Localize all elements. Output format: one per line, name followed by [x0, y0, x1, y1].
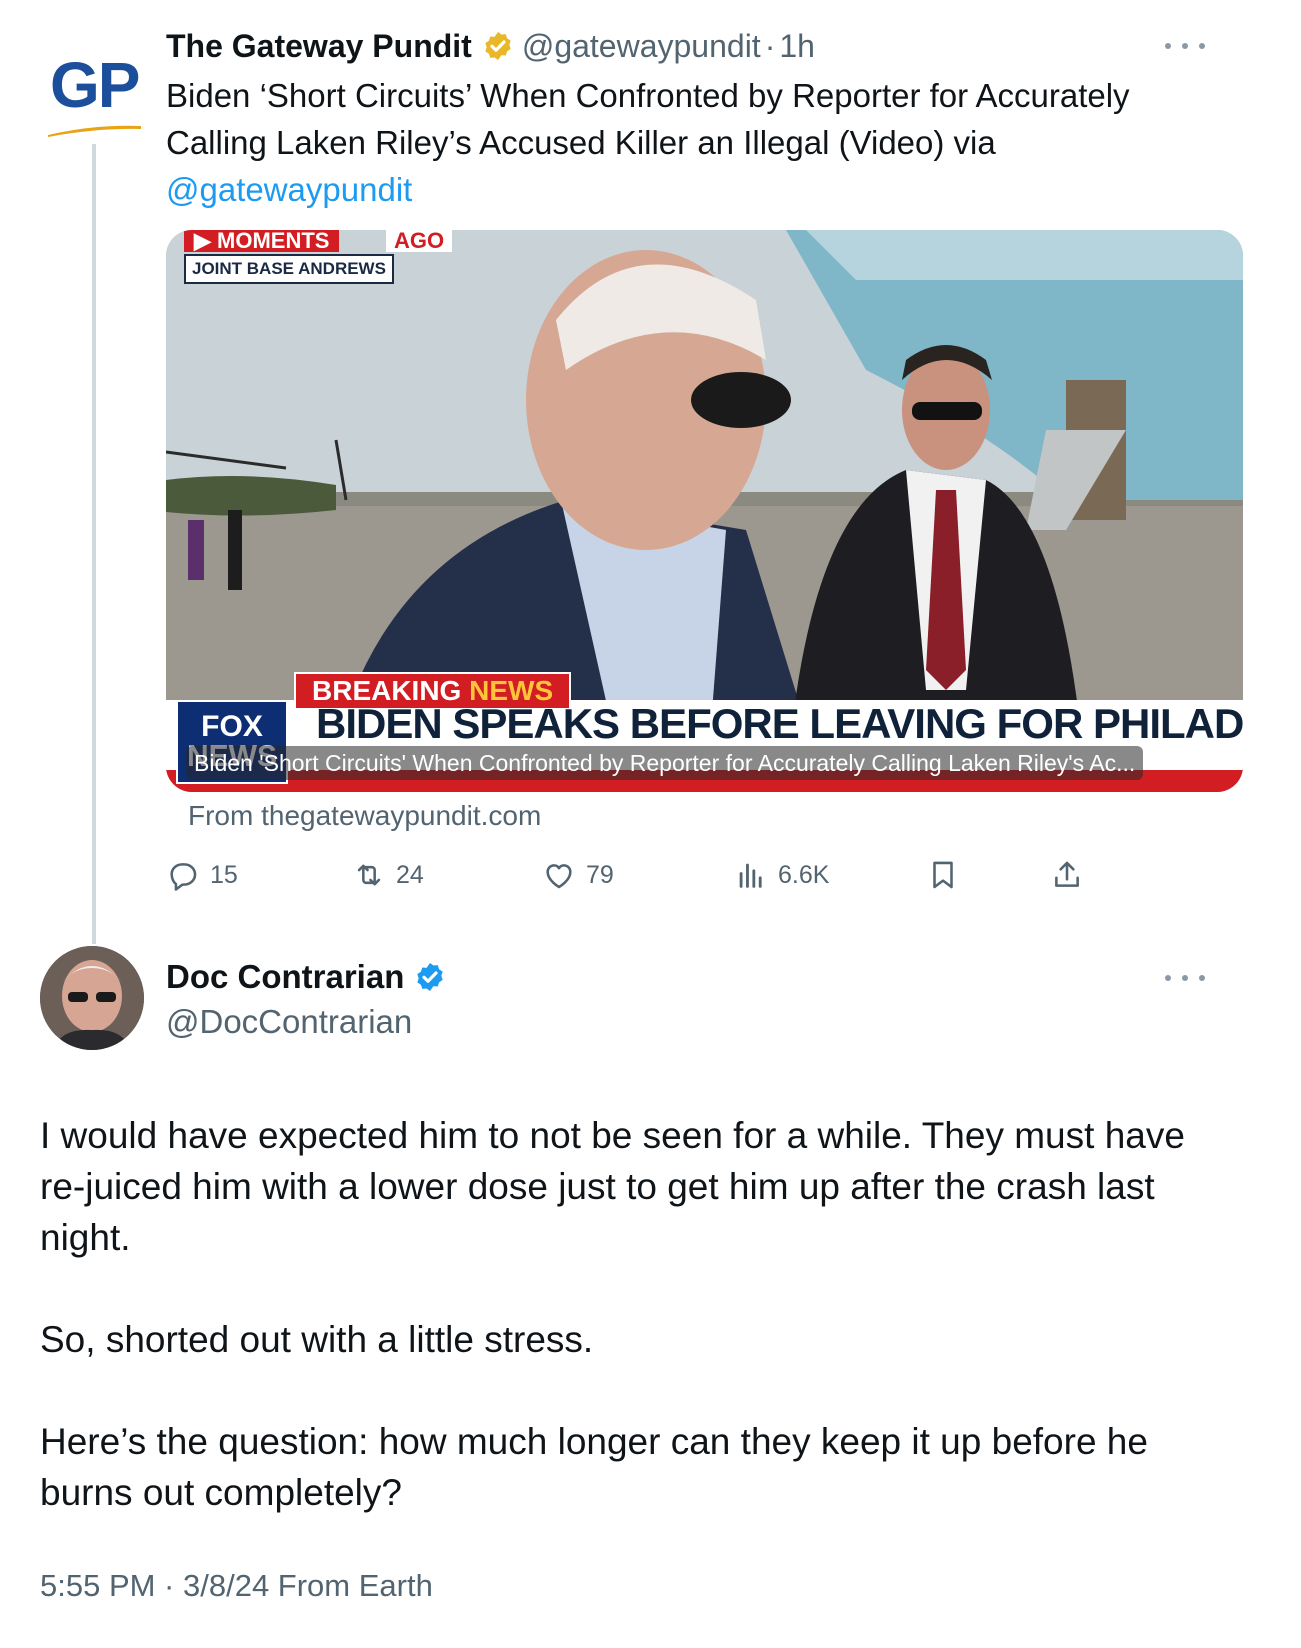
- more-icon[interactable]: [1165, 970, 1205, 986]
- logo-swoosh-icon: [48, 125, 141, 137]
- link-card-media[interactable]: ▶ MOMENTS AGO JOINT BASE ANDREWS BREAKIN…: [166, 230, 1243, 792]
- mention-link[interactable]: @gatewaypundit: [166, 171, 412, 208]
- parent-tweet-text: Biden ‘Short Circuits’ When Confronted b…: [166, 72, 1216, 213]
- ago-label: AGO: [386, 230, 453, 252]
- more-icon[interactable]: [1165, 38, 1205, 54]
- verified-badge-icon[interactable]: [482, 30, 514, 62]
- doc-contrarian-avatar[interactable]: [40, 946, 144, 1050]
- views-button[interactable]: 6.6K: [734, 853, 829, 897]
- tweet-paragraph: Here’s the question: how much longer can…: [40, 1421, 1148, 1513]
- tweet-paragraph: I would have expected him to not be seen…: [40, 1115, 1185, 1258]
- parent-tweet-header: The Gateway Pundit @gatewaypundit · 1h: [166, 26, 815, 66]
- share-icon: [1055, 861, 1079, 887]
- reply-count: 15: [210, 860, 238, 889]
- separator-dot: ·: [764, 27, 776, 64]
- author-name[interactable]: The Gateway Pundit: [166, 28, 472, 65]
- tweet-paragraph: So, shorted out with a little stress.: [40, 1319, 594, 1360]
- reply-icon: [170, 863, 197, 891]
- tweet-action-bar: 15 24 79 6.6K: [166, 853, 1116, 897]
- moments-ago-label: ▶ MOMENTS: [184, 230, 340, 252]
- repost-count: 24: [396, 860, 424, 889]
- avatar-logo-text: GP: [50, 49, 140, 121]
- verified-badge-icon[interactable]: [414, 961, 446, 993]
- views-count: 6.6K: [778, 860, 830, 889]
- gateway-pundit-avatar[interactable]: GP: [44, 46, 144, 138]
- like-button[interactable]: 79: [542, 853, 614, 897]
- main-tweet-text: I would have expected him to not be seen…: [40, 1110, 1230, 1569]
- thread-connector-line: [92, 144, 96, 944]
- author-name-row: Doc Contrarian: [166, 958, 446, 996]
- tweet-text: Biden ‘Short Circuits’ When Confronted b…: [166, 77, 1130, 161]
- author-name[interactable]: Doc Contrarian: [166, 958, 404, 996]
- share-button[interactable]: [1050, 853, 1094, 897]
- location-label: JOINT BASE ANDREWS: [184, 254, 394, 284]
- repost-icon: [357, 864, 381, 886]
- views-icon: [739, 863, 762, 888]
- tweet-timestamp[interactable]: 5:55 PM · 3/8/24 From Earth: [40, 1568, 433, 1604]
- author-handle[interactable]: @gatewaypundit: [522, 28, 761, 65]
- like-icon: [546, 864, 572, 889]
- author-handle[interactable]: @DocContrarian: [166, 1003, 412, 1041]
- repost-button[interactable]: 24: [352, 853, 424, 897]
- card-source-link[interactable]: From thegatewaypundit.com: [188, 800, 541, 832]
- card-title-caption[interactable]: Biden 'Short Circuits' When Confronted b…: [186, 746, 1144, 780]
- bookmark-icon: [933, 861, 953, 889]
- tweet-time[interactable]: 1h: [779, 28, 815, 65]
- like-count: 79: [586, 860, 614, 889]
- reply-button[interactable]: 15: [166, 853, 238, 897]
- bookmark-button[interactable]: [926, 853, 970, 897]
- chyron-headline: BIDEN SPEAKS BEFORE LEAVING FOR PHILADEL…: [316, 700, 1243, 747]
- avatar-photo: [40, 946, 144, 1050]
